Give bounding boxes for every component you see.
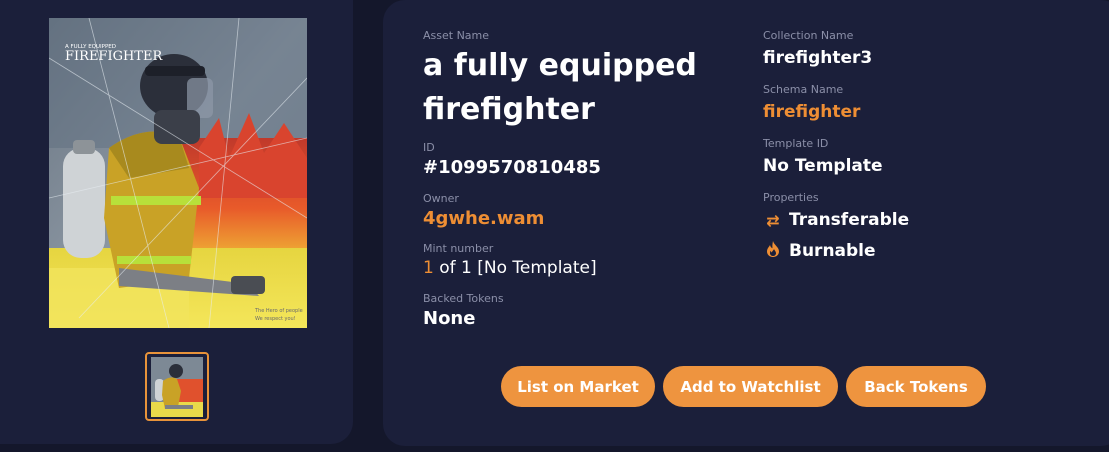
asset-main-image[interactable]: A FULLY EQUIPPED FIREFIGHTER The Hero of… [49,18,307,328]
schema-name-link[interactable]: firefighter [763,102,860,122]
list-on-market-button[interactable]: List on Market [501,366,655,407]
id-label: ID [423,141,435,154]
schema-name-label: Schema Name [763,83,844,96]
template-id-label: Template ID [763,137,829,150]
collection-name-link[interactable]: firefighter3 [763,48,872,68]
asset-name: a fully equipped firefighter [423,48,697,127]
template-id-value: No Template [763,156,883,176]
backed-tokens-label: Backed Tokens [423,292,504,305]
owner-label: Owner [423,192,459,205]
property-burnable: Burnable [763,241,876,261]
asset-thumbnail[interactable] [145,352,209,421]
asset-name-label: Asset Name [423,29,490,42]
fire-icon [763,241,783,261]
property-burnable-label: Burnable [789,241,876,261]
asset-id: #1099570810485 [423,157,601,178]
owner-link[interactable]: 4gwhe.wam [423,208,544,229]
cover-caption-line2: We respect you! [255,316,296,322]
collection-name-label: Collection Name [763,29,854,42]
cover-caption-line1: The Hero of people [254,308,303,314]
add-to-watchlist-button[interactable]: Add to Watchlist [663,366,838,407]
mint-number-total: of 1 [No Template] [433,258,597,278]
back-tokens-button[interactable]: Back Tokens [846,366,986,407]
properties-label: Properties [763,191,819,204]
firefighter-thumbnail-art [151,356,203,417]
mint-number-value: 1 [423,258,434,278]
mint-number: 1 of 1 [No Template] [423,258,597,278]
property-transferable-label: Transferable [789,210,910,230]
firefighter-artwork: A FULLY EQUIPPED FIREFIGHTER The Hero of… [49,18,307,328]
asset-image-card: A FULLY EQUIPPED FIREFIGHTER The Hero of… [0,0,353,444]
asset-details-card: Asset Name a fully equipped firefighter … [383,0,1109,446]
cover-title: FIREFIGHTER [65,49,163,64]
mint-number-label: Mint number [423,242,494,255]
property-transferable: ⇄ Transferable [763,210,909,230]
transfer-icon: ⇄ [766,210,780,230]
backed-tokens-value: None [423,308,476,329]
